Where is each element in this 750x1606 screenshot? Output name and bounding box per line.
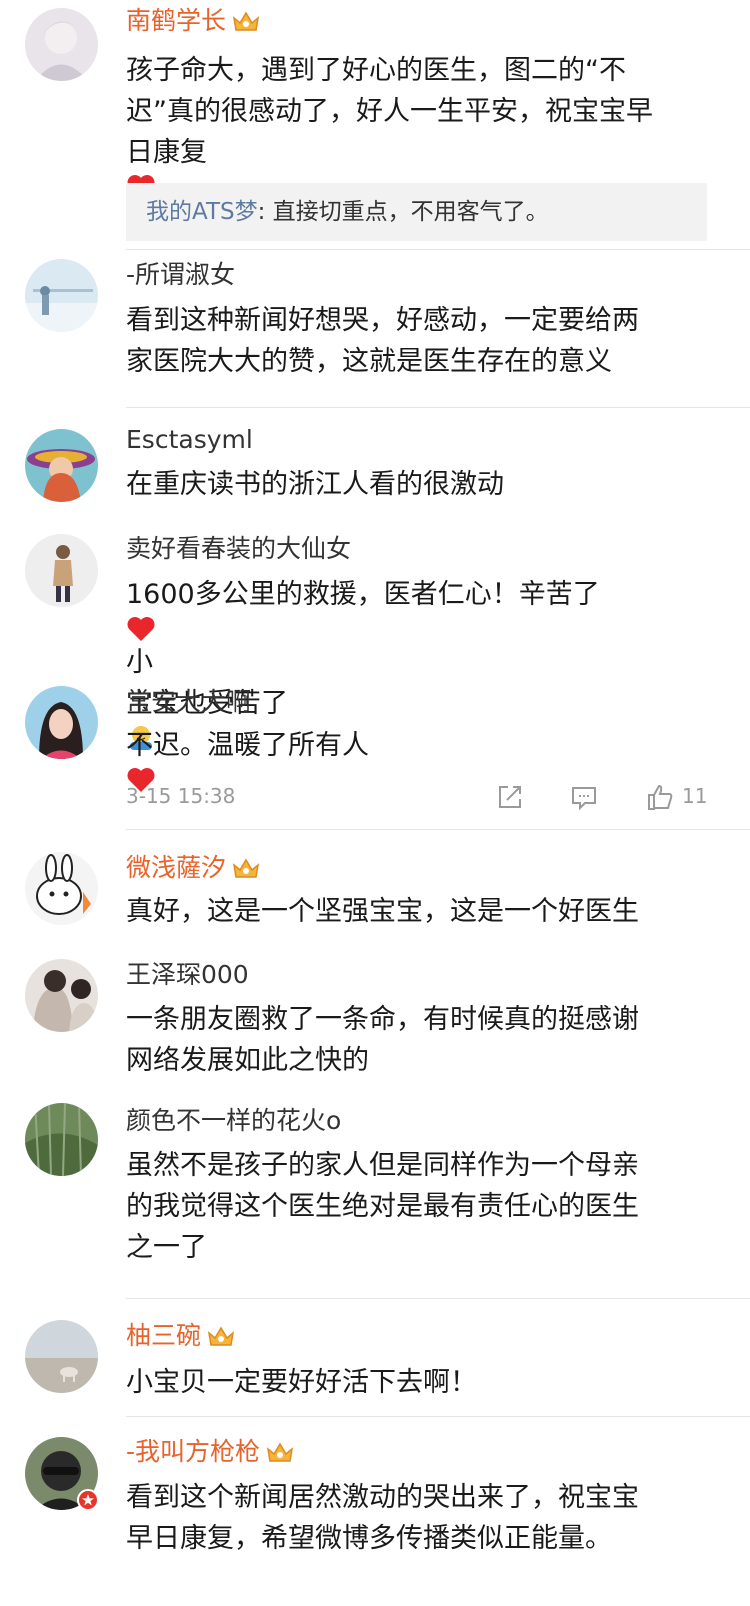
vip-crown-icon (232, 9, 260, 33)
avatar[interactable] (25, 429, 98, 502)
username[interactable]: 柚三碗 (126, 1321, 235, 1351)
username[interactable]: 颜色不一样的花火o (126, 1106, 341, 1136)
username[interactable]: Esctasyml (126, 425, 253, 455)
red-heart-emoji (126, 615, 156, 642)
avatar[interactable] (25, 852, 98, 925)
avatar[interactable] (25, 259, 98, 332)
divider (126, 249, 750, 250)
divider (126, 407, 750, 408)
thumbs-up-icon[interactable] (645, 782, 675, 812)
username[interactable]: 微浅薩汐 (126, 853, 260, 883)
avatar[interactable] (25, 1320, 98, 1393)
comment-icon[interactable] (569, 782, 599, 812)
reply-box[interactable]: 我的ATS梦: 直接切重点，不用客气了。 (126, 183, 707, 241)
comment-text: 一条朋友圈救了一条命，有时候真的挺感谢 网络发展如此之快的 (126, 1004, 639, 1076)
avatar[interactable] (25, 534, 98, 607)
avatar[interactable] (25, 1437, 99, 1511)
avatar[interactable] (25, 1103, 98, 1176)
divider (126, 829, 750, 830)
like-count: 11 (682, 784, 708, 808)
divider (126, 1416, 750, 1417)
comment-text: 虽然不是孩子的家人但是同样作为一个母亲 的我觉得这个医生绝对是最有责任心的医生 … (126, 1150, 639, 1263)
timestamp: 3-15 15:38 (126, 784, 236, 808)
username[interactable]: -所谓淑女 (126, 260, 235, 290)
username[interactable]: 卖好看春装的大仙女 (126, 534, 351, 564)
vip-crown-icon (266, 1440, 294, 1464)
divider (126, 1298, 750, 1299)
comment-text: 小宝贝一定要好好活下去啊！ (126, 1367, 477, 1398)
comment-text: 看到这个新闻居然激动的哭出来了，祝宝宝 早日康复，希望微博多传播类似正能量。 (126, 1482, 639, 1554)
comment-text: 真好，这是一个坚强宝宝，这是一个好医生 (126, 896, 639, 927)
avatar[interactable] (25, 686, 98, 759)
vip-crown-icon (232, 856, 260, 880)
avatar[interactable] (25, 959, 98, 1032)
avatar[interactable] (25, 8, 98, 81)
comment-meta: 3-15 15:38 11 (126, 782, 707, 812)
vip-crown-icon (207, 1324, 235, 1348)
comment-text: 孩子命大，遇到了好心的医生，图二的“不 迟”真的很感动了，好人一生平安，祝宝宝早… (126, 50, 716, 200)
share-icon[interactable] (495, 782, 525, 812)
username[interactable]: 王泽琛000 (126, 960, 249, 990)
username[interactable]: 常安大大啊 (126, 687, 251, 717)
reply-username[interactable]: 我的ATS梦 (146, 199, 258, 225)
reply-text: : 直接切重点，不用客气了。 (257, 199, 549, 225)
verified-badge-icon (77, 1489, 99, 1511)
comment-text: 看到这种新闻好想哭，好感动，一定要给两 家医院大大的赞，这就是医生存在的意义 (126, 305, 639, 377)
username[interactable]: 南鹤学长 (126, 6, 260, 36)
comment-text: 在重庆读书的浙江人看的很激动 (126, 469, 504, 500)
username[interactable]: -我叫方枪枪 (126, 1437, 294, 1467)
